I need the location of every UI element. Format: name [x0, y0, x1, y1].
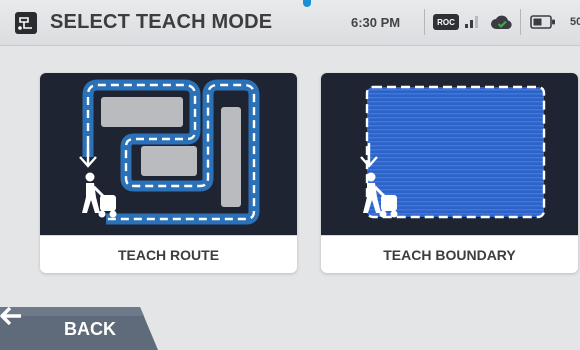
mode-badge: ROC	[433, 14, 459, 30]
page-title: SELECT TEACH MODE	[50, 11, 273, 33]
arrow-left-icon	[0, 307, 21, 325]
battery-icon	[530, 15, 555, 29]
header-divider	[520, 9, 521, 35]
clock-time: 6:30 PM	[351, 15, 401, 30]
teach-route-label: TEACH ROUTE	[40, 235, 297, 273]
teach-boundary-card[interactable]: TEACH BOUNDARY	[321, 73, 578, 273]
teach-route-card[interactable]: TEACH ROUTE	[40, 73, 297, 273]
teach-boundary-label: TEACH BOUNDARY	[321, 235, 578, 273]
back-button[interactable]: BACK	[0, 307, 160, 350]
cloud-connected-icon	[491, 15, 512, 29]
header-bar: SELECT TEACH MODE 6:30 PM ROC 50	[0, 0, 580, 46]
signal-icon	[465, 16, 478, 28]
back-label: BACK	[64, 319, 116, 339]
route-illustration	[40, 73, 297, 235]
teach-mode-icon	[15, 12, 37, 34]
boundary-illustration	[321, 73, 578, 235]
header-divider	[424, 9, 425, 35]
battery-percent: 50	[570, 16, 580, 28]
